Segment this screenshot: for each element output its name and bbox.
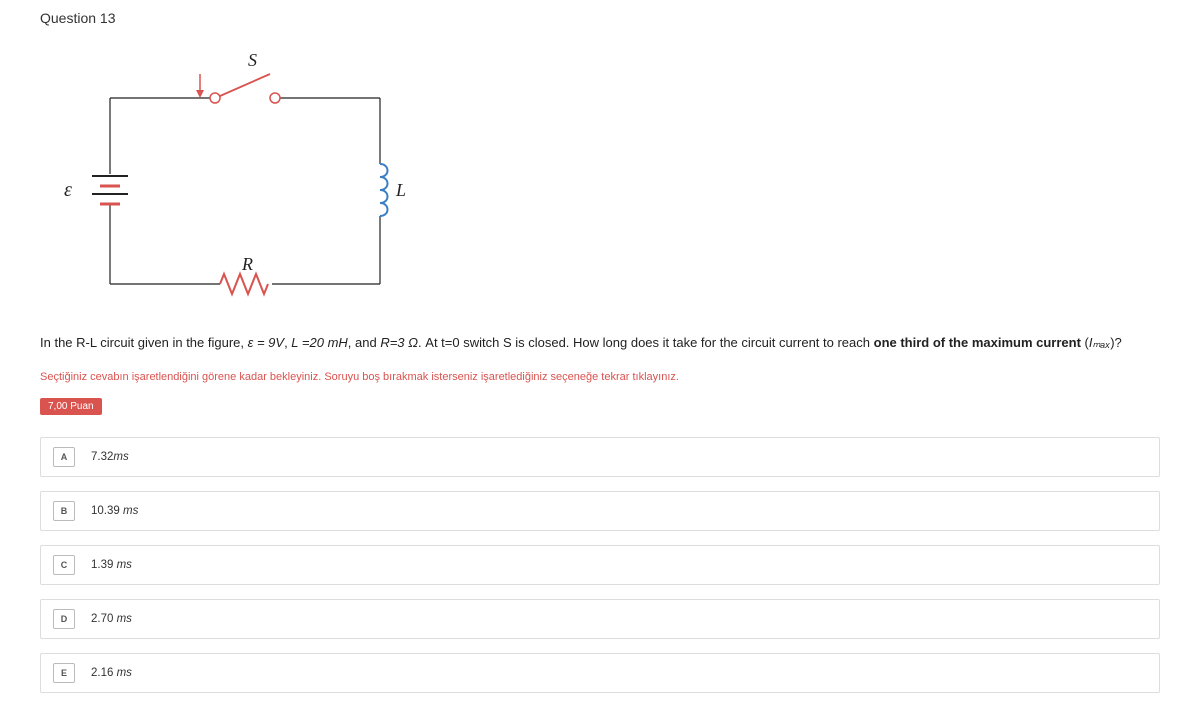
resistor-label: R bbox=[241, 254, 253, 274]
option-text: 7.32ms bbox=[91, 451, 129, 463]
option-letter: E bbox=[53, 663, 75, 683]
switch-label: S bbox=[248, 50, 257, 70]
question-number: Question 13 bbox=[40, 10, 1160, 26]
emf-label: ε bbox=[64, 179, 72, 201]
option-letter: C bbox=[53, 555, 75, 575]
option-text: 1.39 ms bbox=[91, 559, 132, 571]
option-b[interactable]: B 10.39 ms bbox=[40, 491, 1160, 531]
option-letter: D bbox=[53, 609, 75, 629]
question-text: In the R-L circuit given in the figure, … bbox=[40, 333, 1160, 353]
options-list: A 7.32ms B 10.39 ms C 1.39 ms D 2.70 ms … bbox=[40, 437, 1160, 693]
option-text: 10.39 ms bbox=[91, 505, 138, 517]
option-text: 2.16 ms bbox=[91, 667, 132, 679]
option-e[interactable]: E 2.16 ms bbox=[40, 653, 1160, 693]
option-letter: B bbox=[53, 501, 75, 521]
option-letter: A bbox=[53, 447, 75, 467]
inductor-label: L bbox=[395, 180, 406, 200]
circuit-diagram: S ε L R bbox=[50, 44, 1160, 305]
points-badge: 7,00 Puan bbox=[40, 398, 102, 415]
instruction-text: Seçtiğiniz cevabın işaretlendiğini gören… bbox=[40, 371, 1160, 383]
option-a[interactable]: A 7.32ms bbox=[40, 437, 1160, 477]
option-text: 2.70 ms bbox=[91, 613, 132, 625]
option-d[interactable]: D 2.70 ms bbox=[40, 599, 1160, 639]
option-c[interactable]: C 1.39 ms bbox=[40, 545, 1160, 585]
